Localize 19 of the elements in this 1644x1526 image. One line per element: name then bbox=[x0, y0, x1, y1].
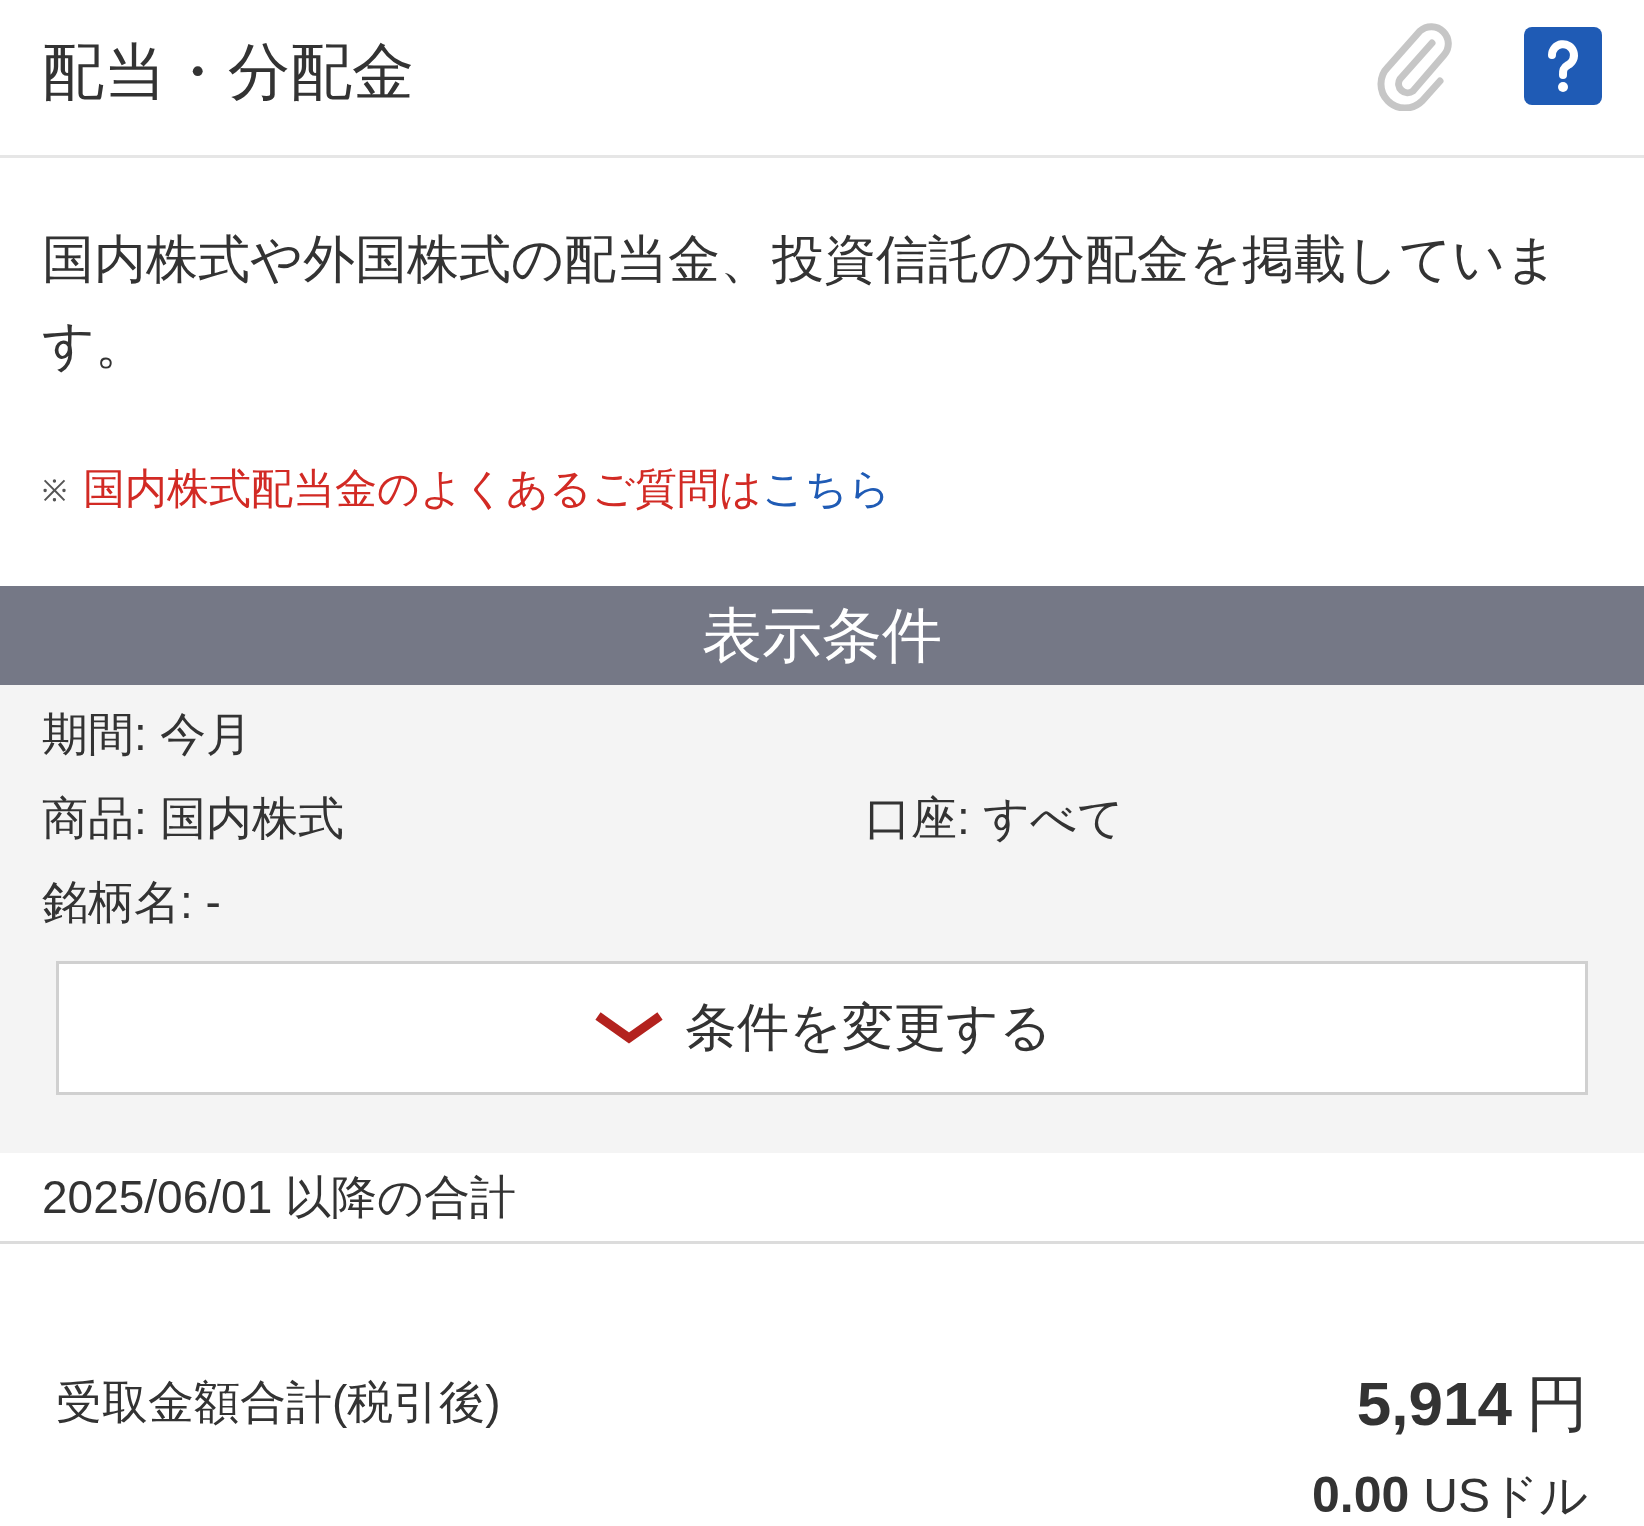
page-title: 配当・分配金 bbox=[42, 35, 414, 108]
conditions-header: 表示条件 bbox=[0, 586, 1644, 685]
help-icon[interactable] bbox=[1524, 26, 1602, 105]
faq-link[interactable]: こちら bbox=[762, 465, 891, 512]
total-label: 受取金額合計(税引後) bbox=[56, 1375, 501, 1430]
condition-text: 銘柄名: - bbox=[42, 875, 222, 930]
condition-text: 商品: 国内株式 bbox=[42, 791, 345, 846]
faq-note: 国内株式配当金のよくあるご質問は こちら bbox=[83, 464, 891, 514]
currency-unit: 円 bbox=[1526, 1368, 1588, 1440]
amount-value: 5,914 bbox=[1356, 1368, 1512, 1439]
amount-value: 0.00 bbox=[1312, 1466, 1410, 1524]
description-text: 国内株式や外国株式の配当金、投資信託の分配金を掲載しています。 bbox=[41, 229, 1559, 376]
currency-unit: USドル bbox=[1423, 1468, 1588, 1524]
paperclip-icon[interactable] bbox=[1374, 20, 1454, 111]
change-conditions-button[interactable]: 条件を変更する bbox=[56, 961, 1588, 1095]
condition-text: 口座: すべて bbox=[865, 791, 1125, 846]
note-mark: ※ bbox=[42, 472, 67, 509]
period-total-label: 2025/06/01 以降の合計 bbox=[0, 1153, 1644, 1244]
condition-text: 期間: 今月 bbox=[42, 707, 253, 762]
